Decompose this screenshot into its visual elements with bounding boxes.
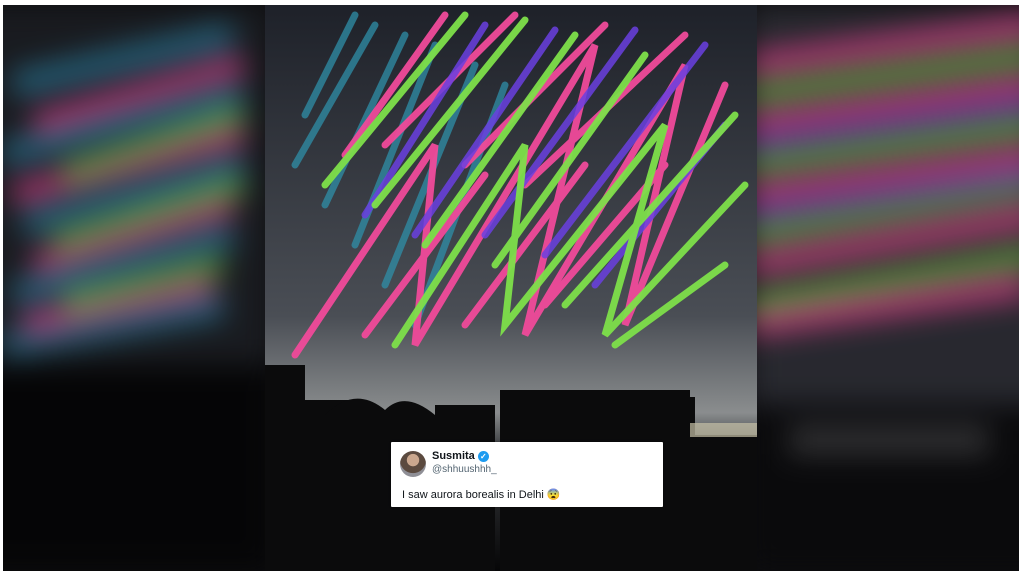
image-frame: Susmita ✓ @shhuushhh_ I saw aurora borea…	[3, 5, 1019, 571]
avatar[interactable]	[400, 451, 426, 477]
tweet-text: I saw aurora borealis in Delhi 😨	[402, 488, 561, 501]
tweet-card[interactable]: Susmita ✓ @shhuushhh_ I saw aurora borea…	[391, 442, 663, 507]
blurred-background-left	[3, 5, 273, 571]
tweet-body: I saw aurora borealis in Delhi	[402, 489, 544, 501]
author-name[interactable]: Susmita	[432, 450, 475, 462]
author-handle[interactable]: @shhuushhh_	[432, 464, 497, 475]
horizon-glow	[690, 423, 757, 437]
blurred-background-right	[749, 5, 1019, 571]
author-row: Susmita ✓	[432, 450, 489, 462]
fearful-face-emoji: 😨	[546, 489, 561, 501]
verified-badge-icon: ✓	[477, 450, 489, 462]
